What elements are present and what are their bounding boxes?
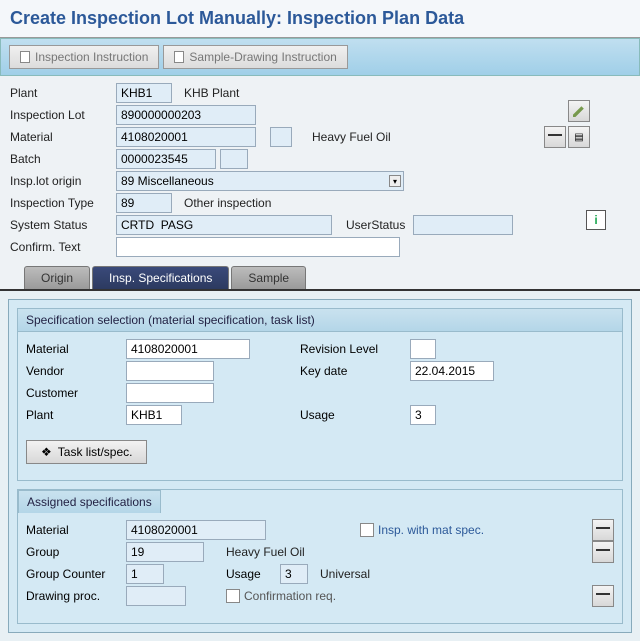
glasses-icon [596, 527, 610, 533]
tab-sample[interactable]: Sample [231, 266, 306, 289]
tab-origin[interactable]: Origin [24, 266, 90, 289]
plant-input[interactable] [116, 83, 172, 103]
confirmation-req-checkbox[interactable] [226, 589, 240, 603]
document-icon [174, 51, 184, 63]
assigned-spec-group: Assigned specifications Material Insp. w… [17, 489, 623, 624]
type-input[interactable] [116, 193, 172, 213]
toolbar: Inspection Instruction Sample-Drawing In… [0, 38, 640, 76]
material-desc: Heavy Fuel Oil [312, 130, 391, 144]
as-display-button-3[interactable] [592, 585, 614, 607]
origin-label: Insp.lot origin [10, 174, 116, 188]
dropdown-arrow-icon[interactable]: ▾ [389, 175, 401, 187]
spec-usage-label: Usage [300, 408, 410, 422]
origin-dropdown[interactable] [116, 171, 404, 191]
plant-label: Plant [10, 86, 116, 100]
sample-drawing-instruction-button[interactable]: Sample-Drawing Instruction [163, 45, 347, 69]
spec-usage-input[interactable] [410, 405, 436, 425]
task-list-spec-button[interactable]: ❖ Task list/spec. [26, 440, 147, 464]
btn-label: Task list/spec. [58, 445, 133, 459]
pencil-icon [573, 105, 585, 117]
confirm-label: Confirm. Text [10, 240, 116, 254]
glasses-icon [596, 549, 610, 555]
userstat-label: UserStatus [346, 218, 405, 232]
inspection-instruction-button[interactable]: Inspection Instruction [9, 45, 159, 69]
btn-label: Inspection Instruction [35, 50, 148, 64]
list-button[interactable]: ▤ [568, 126, 590, 148]
spec-customer-label: Customer [26, 386, 126, 400]
display-button[interactable] [544, 126, 566, 148]
header-form: Plant KHB Plant Inspection Lot Material … [0, 76, 640, 289]
as-display-button-1[interactable] [592, 519, 614, 541]
material-input[interactable] [116, 127, 256, 147]
as-usage-input [280, 564, 308, 584]
spec-material-input[interactable] [126, 339, 250, 359]
as-display-button-2[interactable] [592, 541, 614, 563]
as-draw-input [126, 586, 186, 606]
as-draw-label: Drawing proc. [26, 589, 126, 603]
spec-selection-group: Specification selection (material specif… [17, 308, 623, 481]
insplot-input[interactable] [116, 105, 256, 125]
material-ext-input[interactable] [270, 127, 292, 147]
status-info-button[interactable]: i [586, 210, 606, 230]
sysstat-label: System Status [10, 218, 116, 232]
spec-rev-input[interactable] [410, 339, 436, 359]
spec-vendor-label: Vendor [26, 364, 126, 378]
as-usage-desc: Universal [320, 567, 370, 581]
insp-mat-spec-checkbox[interactable] [360, 523, 374, 537]
spec-key-label: Key date [300, 364, 410, 378]
glasses-icon [548, 134, 562, 140]
spec-plant-label: Plant [26, 408, 126, 422]
assigned-spec-title: Assigned specifications [18, 490, 161, 513]
as-counter-input [126, 564, 164, 584]
as-material-label: Material [26, 523, 126, 537]
batch-ext-input[interactable] [220, 149, 248, 169]
insplot-label: Inspection Lot [10, 108, 116, 122]
spec-selection-title: Specification selection (material specif… [18, 309, 622, 332]
side-buttons: ▤ [544, 100, 590, 148]
insp-mat-spec-label: Insp. with mat spec. [378, 523, 484, 537]
spec-plant-input[interactable] [126, 405, 182, 425]
btn-label: Sample-Drawing Instruction [189, 50, 336, 64]
as-group-input [126, 542, 204, 562]
batch-input[interactable] [116, 149, 216, 169]
list-icon: ▤ [574, 132, 583, 143]
as-material-input [126, 520, 266, 540]
sysstat-input [116, 215, 332, 235]
as-usage-label: Usage [226, 567, 280, 581]
plant-desc: KHB Plant [184, 86, 239, 100]
glasses-icon [596, 593, 610, 599]
type-desc: Other inspection [184, 196, 271, 210]
as-group-desc: Heavy Fuel Oil [226, 545, 305, 559]
info-icon: i [594, 213, 597, 227]
as-counter-label: Group Counter [26, 567, 126, 581]
tabs: Origin Insp. Specifications Sample [24, 266, 630, 289]
edit-button[interactable] [568, 100, 590, 122]
spec-customer-input[interactable] [126, 383, 214, 403]
tab-content: Specification selection (material specif… [8, 299, 632, 633]
page-title: Create Inspection Lot Manually: Inspecti… [0, 0, 640, 38]
task-list-icon: ❖ [41, 445, 52, 459]
material-label: Material [10, 130, 116, 144]
confirm-input[interactable] [116, 237, 400, 257]
document-icon [20, 51, 30, 63]
spec-vendor-input[interactable] [126, 361, 214, 381]
spec-key-input[interactable] [410, 361, 494, 381]
as-group-label: Group [26, 545, 126, 559]
type-label: Inspection Type [10, 196, 116, 210]
userstat-input[interactable] [413, 215, 513, 235]
spec-rev-label: Revision Level [300, 342, 410, 356]
spec-material-label: Material [26, 342, 126, 356]
tab-insp-specifications[interactable]: Insp. Specifications [92, 266, 229, 289]
batch-label: Batch [10, 152, 116, 166]
confirmation-req-label: Confirmation req. [244, 589, 336, 603]
